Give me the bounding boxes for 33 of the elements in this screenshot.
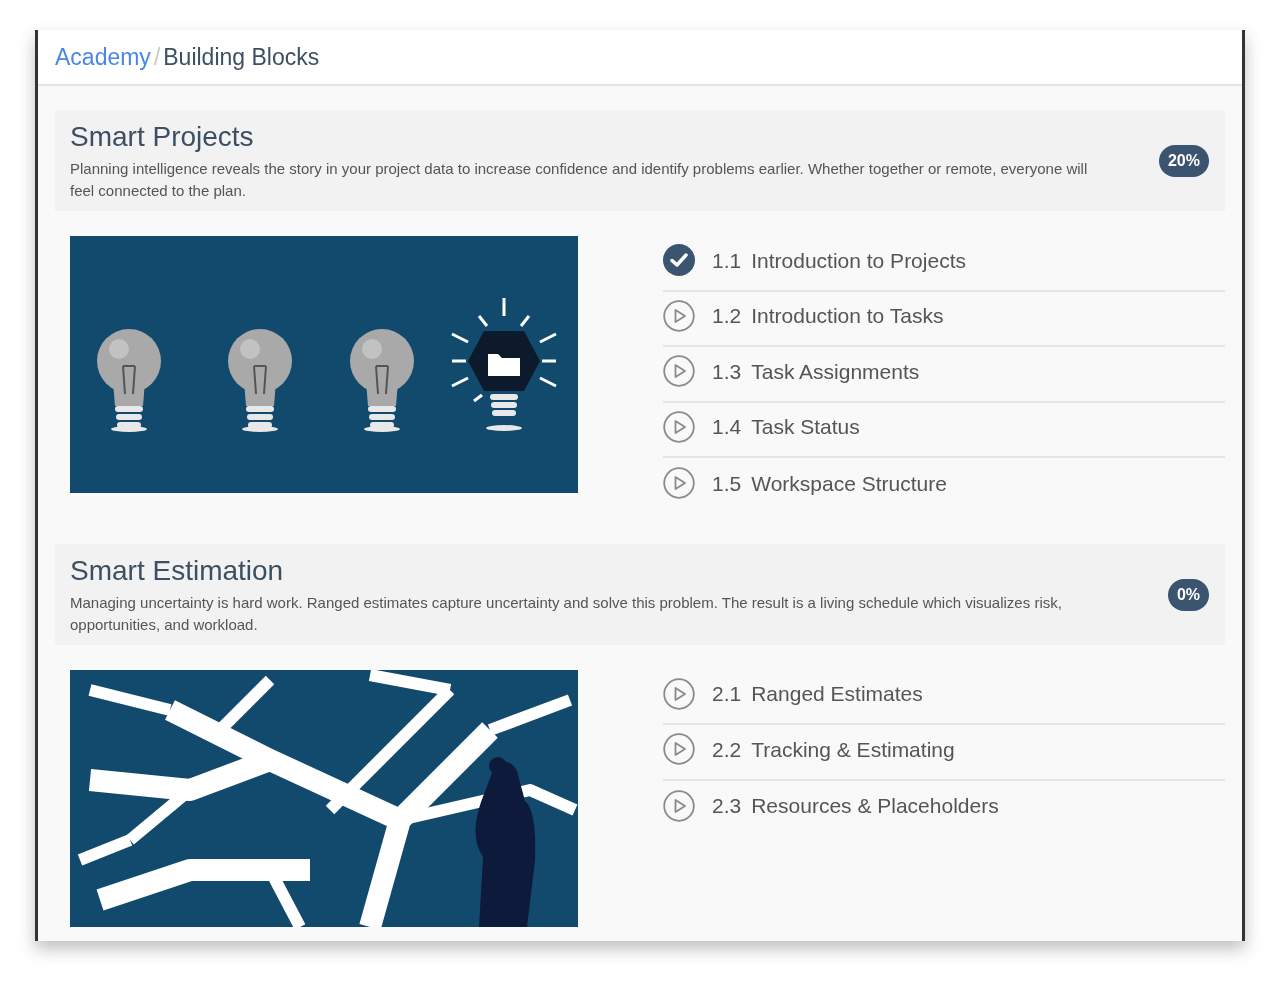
lesson-number: 1.1 <box>712 247 742 274</box>
lesson-number: 1.5 <box>712 470 742 497</box>
lesson-item[interactable]: 1.5 Workspace Structure <box>663 458 1225 514</box>
lesson-item[interactable]: 1.2 Introduction to Tasks <box>663 291 1225 347</box>
lesson-title: Tracking & Estimating <box>751 736 955 763</box>
lesson-item[interactable]: 2.2 Tracking & Estimating <box>663 725 1225 781</box>
breadcrumb-separator: / <box>153 42 161 72</box>
breadcrumb-current: Building Blocks <box>163 42 320 72</box>
lesson-title: Task Assignments <box>751 358 920 385</box>
lesson-item[interactable]: 2.1 Ranged Estimates <box>663 669 1225 725</box>
lesson-number: 2.3 <box>712 793 742 819</box>
lesson-title: Resources & Placeholders <box>751 793 999 819</box>
lesson-number: 1.3 <box>712 358 742 385</box>
lesson-number: 1.4 <box>712 414 742 440</box>
lesson-item[interactable]: 2.3 Resources & Placeholders <box>663 780 1225 836</box>
lesson-title: Workspace Structure <box>751 470 947 497</box>
lesson-item[interactable]: 1.1 Introduction to Projects <box>663 236 1225 292</box>
lesson-title: Task Status <box>751 414 860 440</box>
progress-badge: 0% <box>1167 578 1209 611</box>
module-title: Smart Projects <box>70 120 255 154</box>
lesson-number: 2.1 <box>712 681 742 707</box>
lesson-item[interactable]: 1.4 Task Status <box>663 402 1225 458</box>
lesson-title: Introduction to Projects <box>751 247 966 274</box>
lesson-title: Ranged Estimates <box>751 681 923 707</box>
lesson-number: 2.2 <box>712 736 742 763</box>
lesson-number: 1.2 <box>712 303 742 329</box>
lesson-title: Introduction to Tasks <box>751 303 944 329</box>
module-description: Managing uncertainty is hard work. Ranged estimates capture uncertainty and solve this problem. The result is a living schedule which visualizes risk, opportunities, and workload. <box>70 592 1063 635</box>
lesson-item[interactable]: 1.3 Task Assignments <box>663 347 1225 403</box>
progress-badge: 20% <box>1158 145 1209 177</box>
breadcrumb-link[interactable]: Academy <box>55 39 151 75</box>
module-description: Planning intelligence reveals the story in your project data to increase confidence and identify problems earlier. Whether together or remote, everyone will feel connected to the plan. <box>70 159 1089 201</box>
module-title: Smart Estimation <box>70 553 285 588</box>
